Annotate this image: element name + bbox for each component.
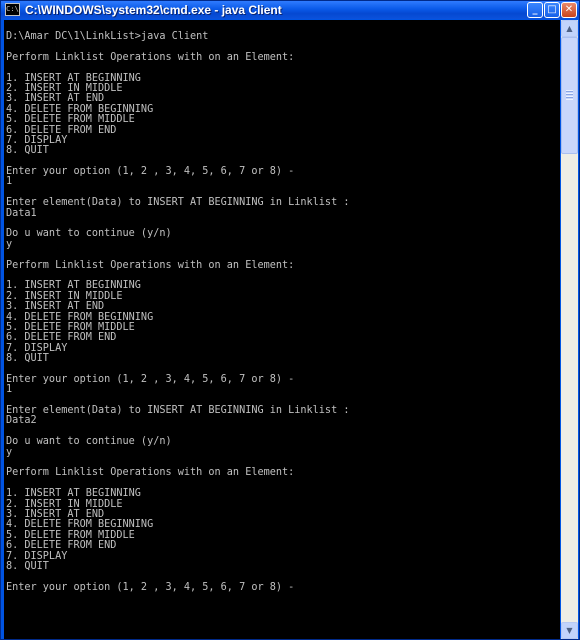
- cmd-window: C:\ C:\WINDOWS\system32\cmd.exe - java C…: [0, 0, 580, 640]
- console-line: 8. QUIT: [6, 353, 49, 365]
- arrow-down-icon: ▼: [566, 626, 573, 635]
- scroll-down-button[interactable]: ▼: [561, 622, 578, 639]
- console-text: D:\Amar DC\1\LinkList>java Client Perform…: [6, 31, 350, 593]
- scroll-up-button[interactable]: ▲: [561, 20, 578, 37]
- console-line: 8. QUIT: [6, 560, 49, 572]
- grip-icon: [566, 90, 573, 100]
- console-line: y: [6, 446, 13, 458]
- console-line: Enter your option (1, 2 , 3, 4, 5, 6, 7 …: [6, 581, 295, 593]
- console-line: 1: [6, 176, 13, 188]
- scroll-thumb[interactable]: [561, 37, 578, 154]
- title-bar[interactable]: C:\ C:\WINDOWS\system32\cmd.exe - java C…: [1, 1, 579, 19]
- maximize-icon: □: [547, 4, 557, 15]
- console-line: D:\Amar DC\1\LinkList>java Client: [6, 31, 209, 42]
- console-line: Enter element(Data) to INSERT AT BEGINNI…: [6, 405, 350, 417]
- maximize-button[interactable]: □: [544, 2, 560, 18]
- console-line: 6. DELETE FROM END: [6, 540, 117, 552]
- console-line: Enter element(Data) to INSERT AT BEGINNI…: [6, 197, 350, 209]
- minimize-icon: _: [532, 4, 538, 15]
- close-icon: ✕: [564, 4, 574, 15]
- console-line: 7. DISPLAY: [6, 134, 68, 146]
- console-line: 7. DISPLAY: [6, 342, 68, 354]
- console-line: Perform Linklist Operations with on an E…: [6, 259, 295, 271]
- console-line: y: [6, 238, 13, 250]
- close-button[interactable]: ✕: [561, 2, 577, 18]
- console-line: Do u want to continue (y/n): [6, 436, 172, 448]
- console-line: Data1: [6, 207, 37, 219]
- vertical-scrollbar[interactable]: ▲ ▼: [561, 20, 578, 639]
- console-output[interactable]: D:\Amar DC\1\LinkList>java Client Perform…: [4, 20, 560, 639]
- console-line: 3. INSERT AT END: [6, 301, 105, 313]
- cmd-icon[interactable]: C:\: [5, 3, 20, 16]
- console-line: 1: [6, 384, 13, 396]
- console-line: Perform Linklist Operations with on an E…: [6, 467, 295, 479]
- console-line: Do u want to continue (y/n): [6, 228, 172, 240]
- console-line: Enter your option (1, 2 , 3, 4, 5, 6, 7 …: [6, 373, 295, 385]
- arrow-up-icon: ▲: [566, 24, 573, 33]
- console-line: Perform Linklist Operations with on an E…: [6, 51, 295, 63]
- console-line: Data2: [6, 415, 37, 427]
- minimize-button[interactable]: _: [527, 2, 543, 18]
- console-line: Enter your option (1, 2 , 3, 4, 5, 6, 7 …: [6, 166, 295, 178]
- console-line: 7. DISPLAY: [6, 550, 68, 562]
- console-line: 5. DELETE FROM MIDDLE: [6, 114, 135, 126]
- console-line: 8. QUIT: [6, 145, 49, 157]
- window-title: C:\WINDOWS\system32\cmd.exe - java Clien…: [25, 3, 282, 17]
